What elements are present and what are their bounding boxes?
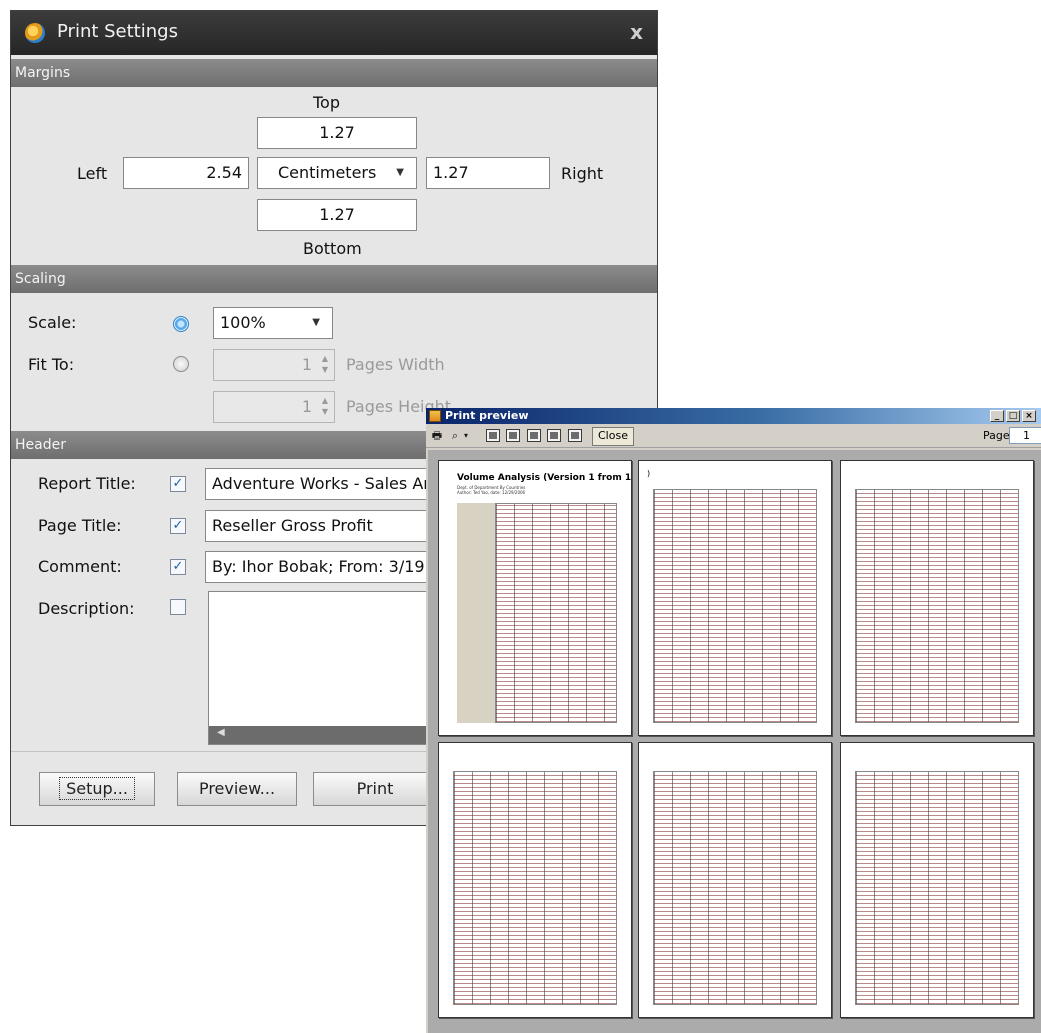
fit-to-label: Fit To:: [28, 355, 75, 374]
page-table: [855, 489, 1019, 723]
top-margin-label: Top: [313, 93, 340, 112]
margins-section-header: Margins: [11, 59, 657, 87]
preview-page-1[interactable]: Volume Analysis (Version 1 from 12/22/20…: [438, 460, 632, 736]
comment-label: Comment:: [38, 557, 122, 576]
report-title-input[interactable]: Adventure Works - Sales Ar: [205, 468, 445, 500]
page-title-input[interactable]: Reseller Gross Profit: [205, 510, 445, 542]
preview-pages-area[interactable]: Volume Analysis (Version 1 from 12/22/20…: [428, 450, 1041, 1033]
app-orb-icon: [25, 23, 45, 43]
preview-button[interactable]: Preview...: [177, 772, 297, 806]
preview-close-button[interactable]: Close: [592, 427, 634, 446]
page-report-title: Volume Analysis (Version 1 from 12/22/20…: [457, 473, 632, 483]
two-pages-icon[interactable]: [506, 429, 520, 442]
one-page-icon[interactable]: [486, 429, 500, 442]
close-icon[interactable]: x: [630, 20, 643, 44]
page-table: [453, 771, 617, 1005]
page-table: [495, 503, 617, 723]
dialog-title: Print Settings: [57, 21, 178, 42]
spin-arrows-icon[interactable]: ▲ ▼: [320, 395, 330, 417]
six-pages-icon[interactable]: [568, 429, 582, 442]
setup-button[interactable]: Setup...: [39, 772, 155, 806]
unit-select-value: Centimeters: [278, 163, 377, 182]
top-margin-input[interactable]: 1.27: [257, 117, 417, 149]
close-icon[interactable]: ×: [1022, 410, 1036, 422]
left-margin-input[interactable]: 2.54: [123, 157, 249, 189]
scale-select[interactable]: 100% ▼: [213, 307, 333, 339]
unit-select[interactable]: Centimeters ▼: [257, 157, 417, 189]
bottom-margin-label: Bottom: [303, 239, 362, 258]
description-checkbox[interactable]: [170, 599, 186, 615]
page-table: [855, 771, 1019, 1005]
magnifier-icon[interactable]: ⌕: [447, 428, 463, 443]
spin-arrows-icon[interactable]: ▲ ▼: [320, 353, 330, 375]
four-pages-icon[interactable]: [547, 429, 561, 442]
setup-button-label: Setup...: [59, 777, 135, 800]
pages-width-stepper[interactable]: 1 ▲ ▼: [213, 349, 335, 381]
chevron-down-icon: ▼: [396, 167, 404, 178]
page-table: [653, 771, 817, 1005]
scroll-left-icon[interactable]: ◀: [217, 727, 225, 738]
preview-title-bar[interactable]: Print preview _ □ ×: [426, 408, 1041, 424]
page-title-checkbox[interactable]: ✓: [170, 518, 186, 534]
print-preview-window: Print preview _ □ × 🖶 ⌕ ▾ Close Page 1 V…: [426, 408, 1041, 1033]
page-table: [653, 489, 817, 723]
horizontal-scrollbar[interactable]: ◀: [209, 726, 445, 744]
page-label: Page: [983, 429, 1010, 442]
maximize-icon[interactable]: □: [1006, 410, 1020, 422]
preview-page-6[interactable]: [840, 742, 1034, 1018]
scale-select-value: 100%: [220, 313, 266, 332]
right-margin-input[interactable]: 1.27: [426, 157, 550, 189]
pages-width-value: 1: [301, 355, 312, 374]
preview-title: Print preview: [445, 409, 529, 422]
left-margin-label: Left: [77, 164, 108, 183]
description-textarea[interactable]: ◀: [208, 591, 446, 745]
preview-toolbar: 🖶 ⌕ ▾ Close Page 1: [426, 424, 1041, 448]
preview-page-2[interactable]: ): [638, 460, 832, 736]
report-title-checkbox[interactable]: ✓: [170, 476, 186, 492]
pages-width-label: Pages Width: [346, 355, 445, 374]
preview-window-icon: [429, 410, 441, 422]
scale-radio[interactable]: [173, 316, 189, 332]
page-number-stepper[interactable]: 1: [1009, 427, 1041, 444]
report-title-label: Report Title:: [38, 474, 136, 493]
preview-page-3[interactable]: [840, 460, 1034, 736]
fit-to-radio[interactable]: [173, 356, 189, 372]
pages-height-value: 1: [301, 397, 312, 416]
preview-page-4[interactable]: [438, 742, 632, 1018]
preview-page-5[interactable]: [638, 742, 832, 1018]
scaling-section-header: Scaling: [11, 265, 657, 293]
page-row-headers: [457, 503, 496, 723]
three-pages-icon[interactable]: [527, 429, 541, 442]
chevron-down-icon[interactable]: ▾: [462, 428, 470, 443]
dialog-title-bar[interactable]: Print Settings x: [11, 11, 657, 55]
page-report-comment: Author: Ted Yao, date: 12/29/2006: [457, 490, 526, 495]
right-margin-label: Right: [561, 164, 604, 183]
comment-checkbox[interactable]: ✓: [170, 559, 186, 575]
chevron-down-icon: ▼: [312, 317, 320, 328]
print-button[interactable]: Print: [313, 772, 437, 806]
page-title-label: Page Title:: [38, 516, 122, 535]
bottom-margin-input[interactable]: 1.27: [257, 199, 417, 231]
page-title-continuation: ): [647, 469, 651, 478]
description-label: Description:: [38, 599, 135, 618]
comment-input[interactable]: By: Ihor Bobak; From: 3/19,: [205, 551, 445, 583]
minimize-icon[interactable]: _: [990, 410, 1004, 422]
printer-icon[interactable]: 🖶: [429, 428, 445, 443]
pages-height-stepper[interactable]: 1 ▲ ▼: [213, 391, 335, 423]
scale-label: Scale:: [28, 313, 77, 332]
